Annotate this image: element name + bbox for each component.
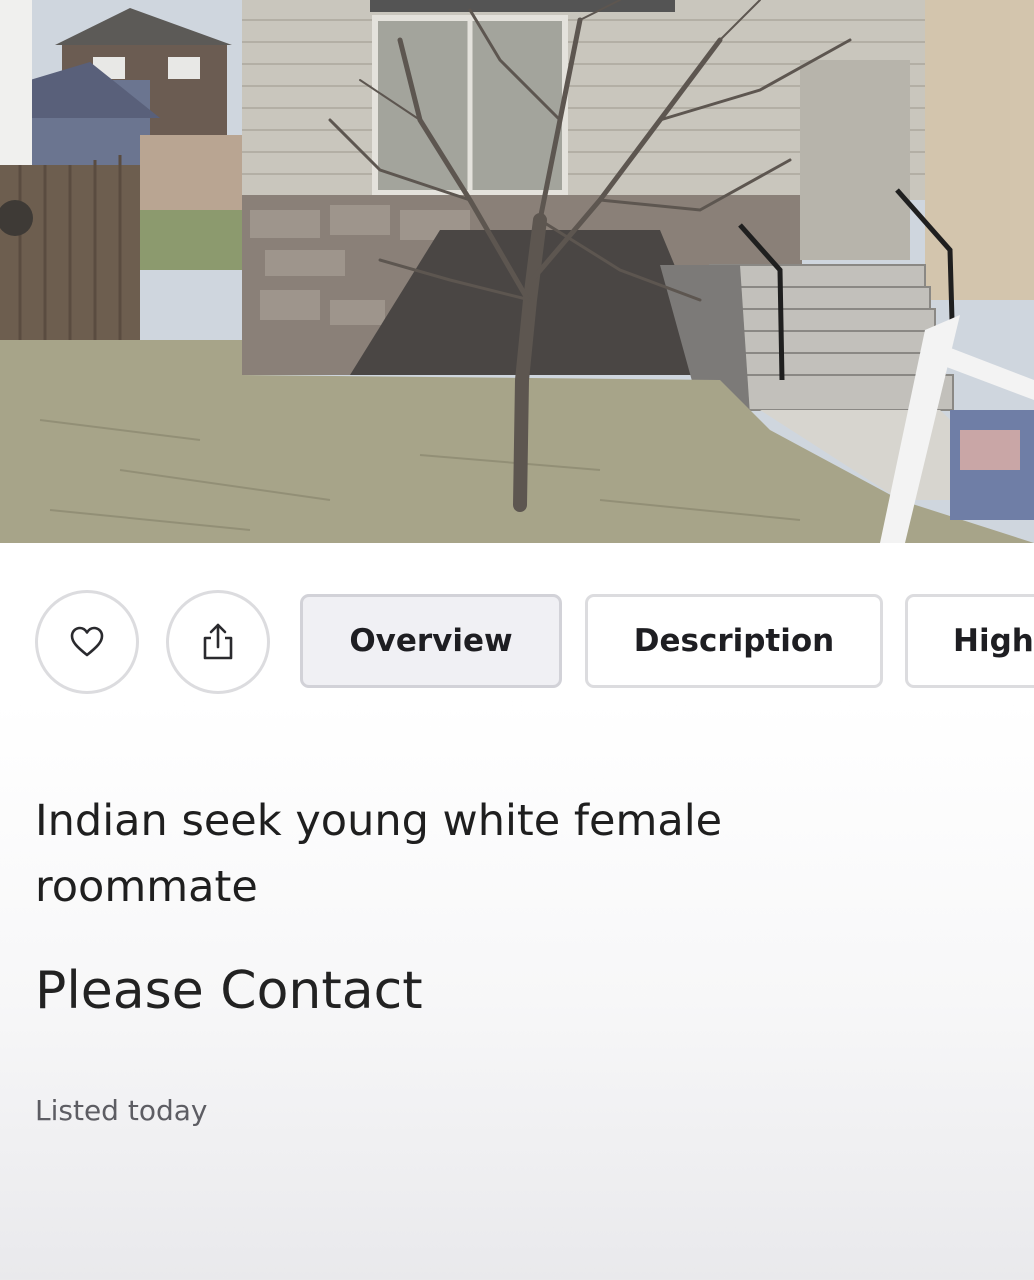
- share-icon: [201, 622, 235, 662]
- heart-icon: [70, 626, 104, 658]
- tab-overview-label: Overview: [349, 623, 513, 659]
- share-button[interactable]: [166, 590, 270, 694]
- tab-description[interactable]: Description: [585, 594, 883, 688]
- listing-photo[interactable]: [0, 0, 1034, 543]
- listed-date: Listed today: [35, 1094, 208, 1127]
- favorite-button[interactable]: [35, 590, 139, 694]
- listing-price: Please Contact: [35, 961, 423, 1021]
- tab-overview[interactable]: Overview: [300, 594, 562, 688]
- tab-highlights[interactable]: Highl: [905, 594, 1034, 688]
- tab-highlights-label: Highl: [953, 623, 1034, 659]
- tab-description-label: Description: [633, 623, 835, 659]
- listing-action-bar: Overview Description Highl: [0, 588, 1034, 698]
- listing-title: Indian seek young white female roommate: [35, 796, 723, 912]
